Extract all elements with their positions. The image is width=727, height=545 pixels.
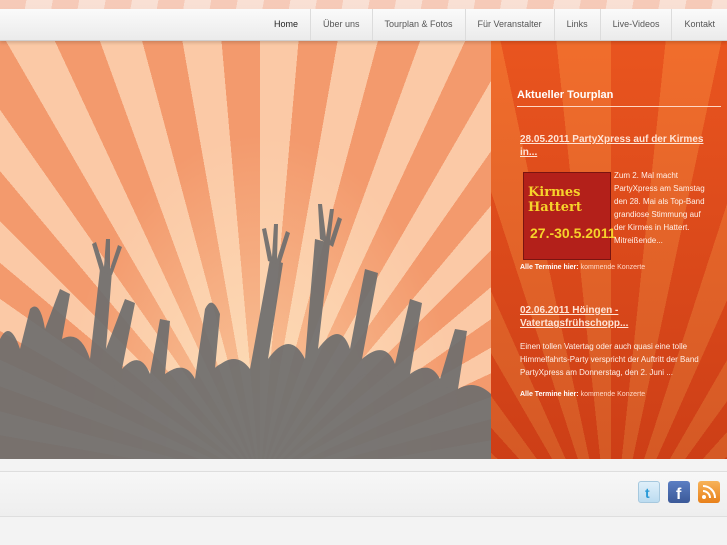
tourplan-sidebar: Aktueller Tourplan 28.05.2011 PartyXpres…: [491, 41, 727, 459]
more-link[interactable]: kommende Konzerte: [581, 264, 646, 271]
post-more-1: Alle Termine hier: kommende Konzerte: [520, 264, 645, 271]
nav-item-kontakt[interactable]: Kontakt: [671, 9, 727, 40]
post-text-line: PartyXpress am Samstag: [614, 184, 705, 193]
more-label: Alle Termine hier:: [520, 391, 579, 398]
post-image-text-top: Kirmes Hattert: [528, 185, 582, 215]
crowd-silhouette: [0, 204, 491, 459]
post-text-line: Mitreißende...: [614, 236, 663, 245]
svg-text:t: t: [645, 485, 650, 501]
more-link[interactable]: kommende Konzerte: [581, 391, 646, 398]
nav-item-ueber-uns[interactable]: Über uns: [309, 9, 372, 40]
more-label: Alle Termine hier:: [520, 264, 579, 271]
twitter-icon[interactable]: t: [638, 481, 660, 503]
nav-item-live-videos[interactable]: Live-Videos: [599, 9, 672, 40]
post-image-kirmes[interactable]: Kirmes Hattert 27.-30.5.2011: [523, 172, 616, 260]
hero-banner: [0, 41, 491, 459]
post-text-line: Einen tollen Vatertag oder auch quasi ei…: [520, 342, 688, 351]
nav-item-tourplan-fotos[interactable]: Tourplan & Fotos: [371, 9, 465, 40]
post-text-2: Einen tollen Vatertag oder auch quasi ei…: [520, 340, 725, 379]
top-header: Home Über uns Tourplan & Fotos Für Veran…: [0, 0, 727, 41]
post-text-1: Zum 2. Mal macht PartyXpress am Samstag …: [614, 169, 722, 247]
post-more-2: Alle Termine hier: kommende Konzerte: [520, 391, 645, 398]
post-image-text-bottom: 27.-30.5.2011: [530, 225, 616, 241]
nav-item-fuer-veranstalter[interactable]: Für Veranstalter: [464, 9, 554, 40]
header-stripe: [0, 0, 727, 9]
post-text-line: der Kirmes in Hattert.: [614, 223, 690, 232]
nav-item-links[interactable]: Links: [553, 9, 600, 40]
post-text-line: PartyXpress am Donnerstag, den 2. Juni .…: [520, 368, 673, 377]
post-title-2[interactable]: 02.06.2011 Höingen - Vatertagsfrühschopp…: [520, 304, 720, 330]
post-text-line: grandiose Stimmung auf: [614, 210, 701, 219]
rss-icon[interactable]: [698, 481, 720, 503]
post-text-line: den 28. Mai als Top-Band: [614, 197, 705, 206]
footer-band: [0, 471, 727, 517]
facebook-icon[interactable]: f: [668, 481, 690, 503]
post-title-1[interactable]: 28.05.2011 PartyXpress auf der Kirmes in…: [520, 133, 720, 159]
main-nav: Home Über uns Tourplan & Fotos Für Veran…: [262, 9, 727, 40]
post-text-line: Zum 2. Mal macht: [614, 171, 679, 180]
sidebar-title: Aktueller Tourplan: [517, 89, 721, 107]
svg-text:f: f: [676, 486, 682, 501]
nav-item-home[interactable]: Home: [262, 9, 310, 40]
footer: t f: [0, 459, 727, 545]
post-text-line: Himmelfahrts-Party verspricht der Auftri…: [520, 355, 699, 364]
